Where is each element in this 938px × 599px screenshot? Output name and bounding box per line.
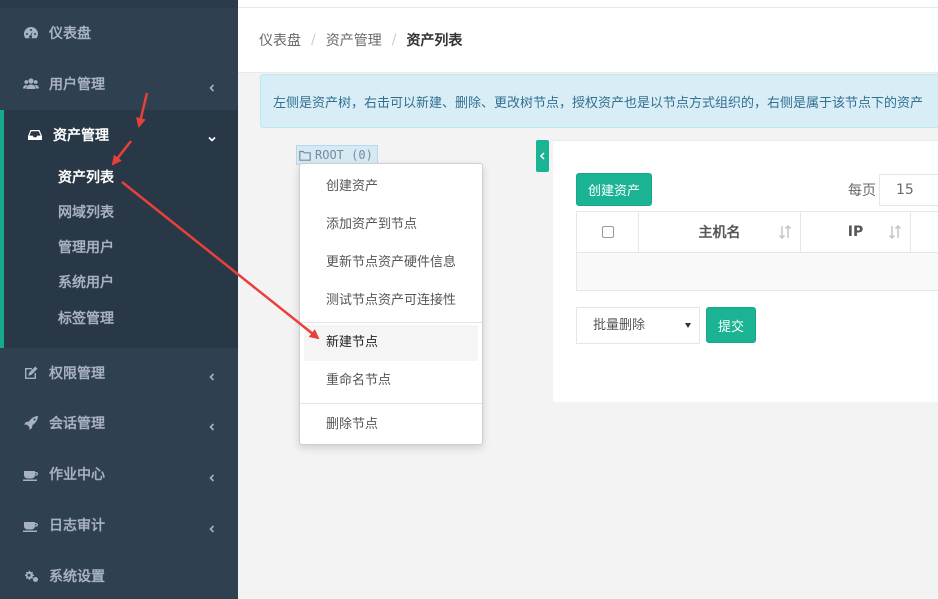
tree-node-label: ROOT (0) <box>315 148 373 162</box>
menu-divider <box>300 322 482 323</box>
sidebar-item-label: 系统设置 <box>49 569 105 585</box>
sidebar-subitem-system-users[interactable]: 系统用户 <box>58 271 114 295</box>
sidebar-top-edge <box>0 0 238 8</box>
select-all-cell <box>577 212 639 252</box>
sidebar-subitem-domain-list[interactable]: 网域列表 <box>58 201 114 225</box>
chevron-down-icon <box>208 131 216 142</box>
rocket-icon <box>22 414 40 432</box>
users-icon <box>22 75 40 93</box>
sidebar-item-label: 用户管理 <box>49 77 105 93</box>
breadcrumb-assets[interactable]: 资产管理 <box>326 30 382 50</box>
sidebar-item-label: 会话管理 <box>49 416 105 432</box>
coffee-icon <box>22 516 40 534</box>
column-hostname[interactable]: 主机名 <box>639 212 801 252</box>
breadcrumb-dashboard[interactable]: 仪表盘 <box>259 30 301 50</box>
info-alert: 左侧是资产树，右击可以新建、删除、更改树节点，授权资产也是以节点方式组织的，右侧… <box>260 74 938 128</box>
sidebar-item-label: 资产管理 <box>53 128 109 144</box>
chevron-left-icon <box>208 369 216 381</box>
cogs-icon <box>22 567 40 585</box>
menu-delete-node[interactable]: 删除节点 <box>304 407 478 443</box>
sidebar-subitem-asset-list[interactable]: 资产列表 <box>58 166 114 190</box>
create-asset-button[interactable]: 创建资产 <box>576 173 652 206</box>
menu-create-asset[interactable]: 创建资产 <box>304 169 478 205</box>
menu-divider <box>300 403 482 404</box>
inbox-icon <box>26 126 44 144</box>
menu-rename-node[interactable]: 重命名节点 <box>304 363 478 399</box>
sidebar-item-dashboard[interactable]: 仪表盘 <box>0 8 238 58</box>
menu-test-connectivity[interactable]: 测试节点资产可连接性 <box>304 283 478 319</box>
sidebar-item-label: 权限管理 <box>49 366 105 382</box>
column-label: 主机名 <box>698 225 741 241</box>
column-ip[interactable]: IP <box>801 212 911 252</box>
sidebar-item-label: 日志审计 <box>49 518 105 534</box>
collapse-tree-button[interactable] <box>536 140 549 172</box>
breadcrumb-separator: / <box>391 32 397 48</box>
caret-down-icon <box>685 323 691 328</box>
menu-add-asset-to-node[interactable]: 添加资产到节点 <box>304 207 478 243</box>
chevron-left-icon <box>208 470 216 482</box>
chevron-left-icon <box>208 419 216 431</box>
bulk-action-value: 批量删除 <box>593 318 646 333</box>
per-page-input[interactable]: 15 <box>879 174 938 206</box>
sidebar-group-assets: 资产管理 资产列表 网域列表 管理用户 系统用户 标签管理 <box>0 110 238 348</box>
coffee-icon <box>22 465 40 483</box>
chevron-left-icon <box>539 152 545 160</box>
sort-icon <box>778 224 792 240</box>
asset-table-header: 主机名 IP <box>576 211 938 253</box>
chevron-left-icon <box>208 521 216 533</box>
sidebar-item-assets[interactable]: 资产管理 <box>0 110 238 160</box>
sidebar-item-label: 作业中心 <box>49 467 105 483</box>
sidebar-item-settings[interactable]: 系统设置 <box>0 551 238 599</box>
edit-icon <box>22 364 40 382</box>
sort-icon <box>888 224 902 240</box>
bulk-action-select[interactable]: 批量删除 <box>576 307 700 344</box>
dashboard-icon <box>22 24 40 42</box>
select-all-checkbox[interactable] <box>601 226 614 238</box>
chevron-left-icon <box>208 80 216 92</box>
column-label: IP <box>847 224 864 240</box>
folder-icon <box>299 150 311 161</box>
menu-new-node[interactable]: 新建节点 <box>304 325 478 361</box>
top-navbar <box>238 0 938 8</box>
table-empty-row <box>576 253 938 291</box>
submit-button[interactable]: 提交 <box>706 307 756 343</box>
sidebar-item-audit[interactable]: 日志审计 <box>0 500 238 550</box>
sidebar-item-sessions[interactable]: 会话管理 <box>0 398 238 448</box>
sidebar: 仪表盘 用户管理 资产管理 资产列表 网域列表 管理用户 系统用户 标签管理 权… <box>0 0 238 599</box>
sidebar-subitem-labels[interactable]: 标签管理 <box>58 307 114 331</box>
menu-refresh-hardware-info[interactable]: 更新节点资产硬件信息 <box>304 245 478 281</box>
sidebar-item-jobs[interactable]: 作业中心 <box>0 449 238 499</box>
tree-node-root[interactable]: ROOT (0) <box>296 145 378 165</box>
breadcrumb: 仪表盘 / 资产管理 / 资产列表 <box>238 8 938 73</box>
tree-context-menu: 创建资产 添加资产到节点 更新节点资产硬件信息 测试节点资产可连接性 新建节点 … <box>299 163 483 445</box>
sidebar-item-permissions[interactable]: 权限管理 <box>0 348 238 398</box>
breadcrumb-asset-list: 资产列表 <box>406 33 463 49</box>
sidebar-item-label: 仪表盘 <box>49 26 91 42</box>
breadcrumb-separator: / <box>311 32 316 48</box>
sidebar-subitem-admin-users[interactable]: 管理用户 <box>58 236 114 260</box>
sidebar-item-users[interactable]: 用户管理 <box>0 59 238 109</box>
per-page-label: 每页 <box>848 183 876 199</box>
